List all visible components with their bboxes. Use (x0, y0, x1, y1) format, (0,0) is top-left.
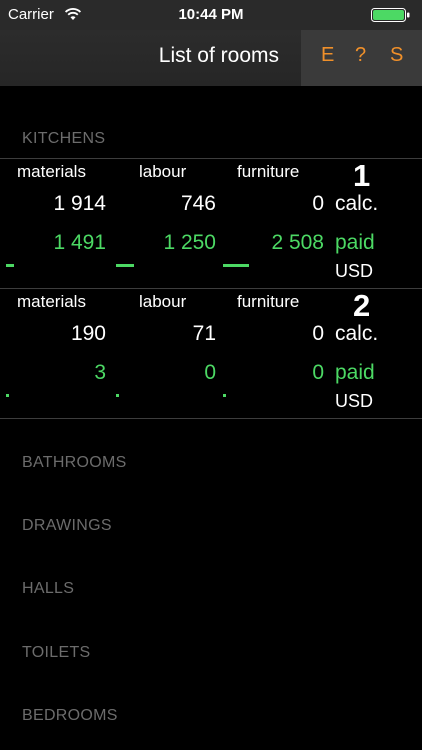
section-drawings[interactable]: DRAWINGS (22, 517, 112, 535)
furniture-paid-bar (223, 394, 226, 397)
materials-paid-bar (6, 394, 9, 397)
room-row-2[interactable]: materials labour furniture 2 190 71 0 ca… (0, 288, 422, 418)
page-title: List of rooms (158, 44, 279, 67)
help-button[interactable]: ? (355, 44, 366, 67)
divider (0, 418, 422, 419)
e-button[interactable]: E (321, 44, 334, 67)
calc-furniture-value: 0 (312, 192, 324, 215)
section-toilets[interactable]: TOILETS (22, 644, 91, 662)
paid-materials-value: 1 491 (53, 231, 106, 254)
paid-labour-value: 1 250 (163, 231, 216, 254)
nav-actions: E ? S (301, 30, 422, 86)
status-time: 10:44 PM (178, 6, 244, 23)
calc-materials-value: 1 914 (53, 192, 106, 215)
room-number: 2 (353, 288, 371, 323)
calc-labour-value: 746 (180, 192, 216, 215)
s-button[interactable]: S (390, 44, 403, 67)
calc-label: calc. (335, 322, 379, 345)
furniture-label: furniture (237, 292, 300, 311)
materials-label: materials (17, 292, 86, 311)
room-number: 1 (353, 158, 371, 193)
labour-paid-bar (116, 264, 134, 267)
paid-furniture-value: 2 508 (271, 231, 324, 254)
paid-materials-value: 3 (94, 361, 106, 384)
section-halls[interactable]: HALLS (22, 580, 74, 598)
currency-label: USD (335, 391, 374, 411)
calc-furniture-value: 0 (312, 322, 324, 345)
status-bar: Carrier 10:44 PM (0, 0, 422, 30)
paid-furniture-value: 0 (312, 361, 324, 384)
materials-paid-bar (6, 264, 14, 267)
paid-label: paid (335, 231, 375, 254)
labour-label: labour (139, 162, 187, 181)
labour-label: labour (139, 292, 187, 311)
section-bathrooms[interactable]: BATHROOMS (22, 454, 127, 472)
furniture-label: furniture (237, 162, 300, 181)
currency-label: USD (335, 261, 374, 281)
section-kitchens[interactable]: KITCHENS (22, 130, 105, 148)
furniture-paid-bar (223, 264, 249, 267)
labour-paid-bar (116, 394, 119, 397)
calc-materials-value: 190 (70, 322, 106, 345)
paid-label: paid (335, 361, 375, 384)
battery-icon (371, 8, 410, 22)
calc-labour-value: 71 (192, 322, 216, 345)
paid-labour-value: 0 (204, 361, 216, 384)
nav-bar: List of rooms E ? S (0, 30, 422, 86)
calc-label: calc. (335, 192, 379, 215)
materials-label: materials (17, 162, 86, 181)
section-bedrooms[interactable]: BEDROOMS (22, 707, 118, 725)
room-row-1[interactable]: materials labour furniture 1 1 914 746 0… (0, 158, 422, 288)
